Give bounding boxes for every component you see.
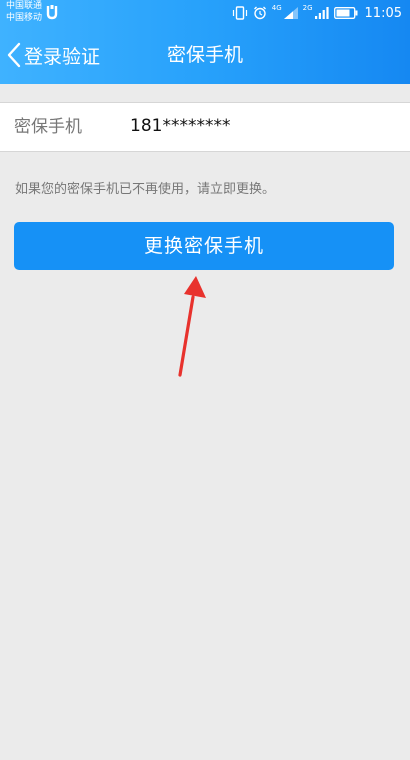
carrier-2-label: 中国移动: [6, 13, 43, 23]
status-clock: 11:05: [364, 5, 402, 21]
annotation-arrow-icon: [178, 276, 206, 377]
signal-1-icon: [283, 7, 298, 19]
security-phone-row: 密保手机 181********: [0, 102, 410, 152]
signal-2-icon: [314, 7, 329, 19]
security-phone-number: 181********: [130, 116, 231, 136]
alarm-icon: [253, 6, 266, 20]
replace-hint-text: 如果您的密保手机已不再使用，请立即更换。: [15, 182, 276, 197]
change-security-phone-button[interactable]: 更换密保手机: [14, 222, 394, 270]
network-type-1: 4G: [271, 4, 282, 12]
back-button[interactable]: 登录验证: [6, 26, 100, 84]
security-phone-label: 密保手机: [14, 117, 82, 137]
carrier-1-label: 中国联通: [6, 1, 43, 11]
network-type-2: 2G: [302, 4, 313, 12]
vibrate-icon: [232, 6, 247, 20]
chevron-left-icon: [7, 42, 21, 68]
battery-icon: [333, 7, 358, 19]
back-label: 登录验证: [24, 45, 101, 68]
app-header: 中国联通 中国移动 4G 2G 11:05 登录验证 密保手机: [0, 0, 410, 84]
navigation-bar: 登录验证 密保手机: [0, 26, 410, 84]
notification-icon: [46, 5, 58, 20]
status-bar: 中国联通 中国移动 4G 2G 11:05: [0, 0, 410, 26]
